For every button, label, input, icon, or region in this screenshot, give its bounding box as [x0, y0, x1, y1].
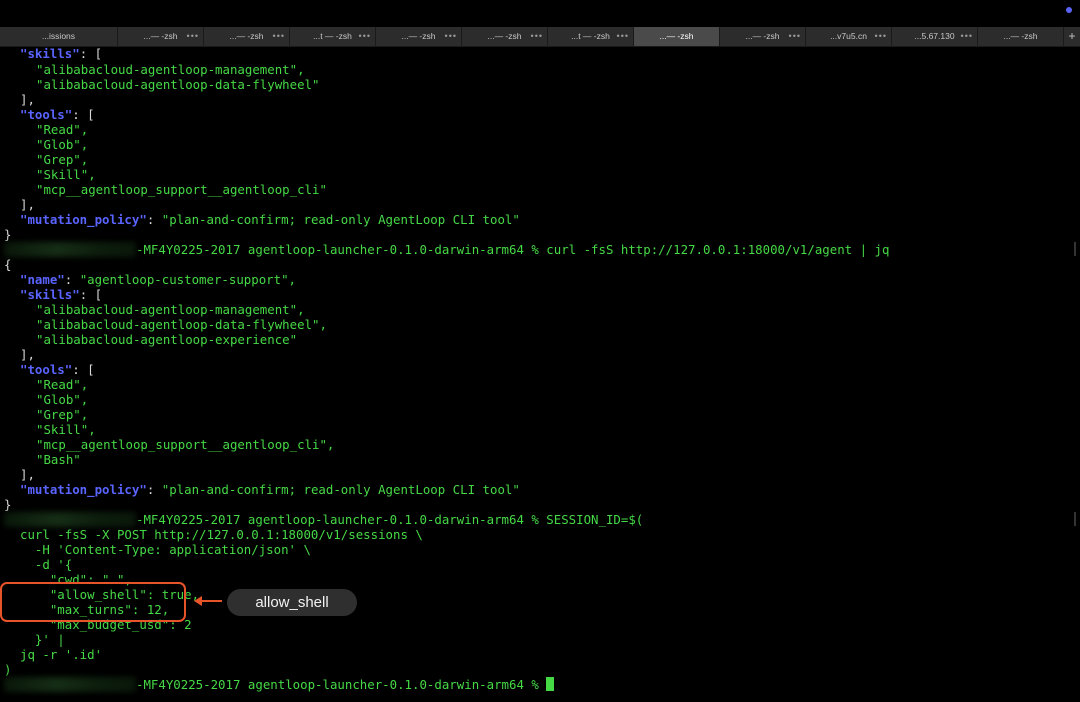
json-line: "Grep",: [36, 407, 89, 422]
tab-7-active[interactable]: ...— -zsh: [634, 27, 720, 46]
json-line: }: [4, 497, 12, 512]
json-line: "mutation_policy": "plan-and-confirm; re…: [20, 482, 520, 497]
notification-dot-icon: [1066, 7, 1072, 13]
json-line: "Grep",: [36, 152, 89, 167]
command-line: -d '{: [20, 557, 73, 572]
tab-more-icon[interactable]: •••: [359, 27, 371, 46]
json-line: "skills": [: [20, 46, 103, 61]
title-bar: [0, 0, 1080, 27]
json-line: "mcp__agentloop_support__agentloop_cli": [36, 182, 327, 197]
redacted-hostname: [4, 677, 136, 692]
tab-more-icon[interactable]: •••: [445, 27, 457, 46]
json-line: "mutation_policy": "plan-and-confirm; re…: [20, 212, 520, 227]
tab-more-icon[interactable]: •••: [789, 27, 801, 46]
text-cursor: [546, 677, 555, 691]
json-line: "alibabacloud-agentloop-data-flywheel": [36, 77, 320, 92]
tab-more-icon[interactable]: •••: [273, 27, 285, 46]
json-line: "alibabacloud-agentloop-management",: [36, 62, 305, 77]
json-line: "skills": [: [20, 287, 103, 302]
json-line: ],: [20, 347, 35, 362]
scroll-marker: [1074, 242, 1076, 256]
tab-8[interactable]: ...— -zsh •••: [720, 27, 806, 46]
shell-prompt: -MF4Y0225-2017 agentloop-launcher-0.1.0-…: [4, 677, 555, 692]
tab-9[interactable]: ...v7u5.cn •••: [806, 27, 892, 46]
shell-prompt: -MF4Y0225-2017 agentloop-launcher-0.1.0-…: [4, 242, 889, 257]
tab-more-icon[interactable]: •••: [961, 27, 973, 46]
allow-shell-highlight-box: [0, 582, 186, 622]
command-line: }' |: [20, 632, 65, 647]
json-line: "tools": [: [20, 362, 95, 377]
json-line: ],: [20, 92, 35, 107]
redacted-hostname: [4, 242, 136, 257]
json-line: "alibabacloud-agentloop-data-flywheel",: [36, 317, 327, 332]
json-line: "Bash": [36, 452, 81, 467]
tab-bar: ...issions ...— -zsh ••• ...— -zsh ••• ...…: [0, 27, 1080, 47]
json-line: ],: [20, 467, 35, 482]
tab-2[interactable]: ...— -zsh •••: [204, 27, 290, 46]
json-line: "name": "agentloop-customer-support",: [20, 272, 297, 287]
json-line: {: [4, 257, 12, 272]
new-tab-button[interactable]: +: [1064, 27, 1080, 46]
scroll-marker: [1074, 512, 1076, 526]
tab-6[interactable]: ...t — -zsh •••: [548, 27, 634, 46]
tab-more-icon[interactable]: •••: [187, 27, 199, 46]
command-line: -H 'Content-Type: application/json' \: [20, 542, 311, 557]
tab-more-icon[interactable]: •••: [531, 27, 543, 46]
command-line: ): [4, 662, 12, 677]
tab-5[interactable]: ...— -zsh •••: [462, 27, 548, 46]
json-line: "Glob",: [36, 392, 89, 407]
allow-shell-callout: allow_shell: [227, 589, 357, 616]
tab-10[interactable]: ...5.67.130 •••: [892, 27, 978, 46]
redacted-hostname: [4, 512, 136, 527]
tab-3[interactable]: ...t — -zsh •••: [290, 27, 376, 46]
json-line: "Glob",: [36, 137, 89, 152]
shell-prompt: -MF4Y0225-2017 agentloop-launcher-0.1.0-…: [4, 512, 643, 527]
tab-more-icon[interactable]: •••: [617, 27, 629, 46]
json-line: "tools": [: [20, 107, 95, 122]
command-line: jq -r '.id': [20, 647, 103, 662]
json-line: }: [4, 227, 12, 242]
arrow-line: [200, 600, 222, 602]
tab-4[interactable]: ...— -zsh •••: [376, 27, 462, 46]
json-line: "mcp__agentloop_support__agentloop_cli",: [36, 437, 335, 452]
tab-11[interactable]: ...— -zsh: [978, 27, 1064, 46]
tab-0[interactable]: ...issions: [0, 27, 118, 46]
json-line: ],: [20, 197, 35, 212]
json-line: "Skill",: [36, 167, 96, 182]
tab-1[interactable]: ...— -zsh •••: [118, 27, 204, 46]
json-line: "alibabacloud-agentloop-experience": [36, 332, 298, 347]
json-line: "alibabacloud-agentloop-management",: [36, 302, 305, 317]
json-line: "Skill",: [36, 422, 96, 437]
json-line: "Read",: [36, 377, 89, 392]
json-line: "Read",: [36, 122, 89, 137]
command-line: curl -fsS -X POST http://127.0.0.1:18000…: [20, 527, 423, 542]
tab-more-icon[interactable]: •••: [875, 27, 887, 46]
